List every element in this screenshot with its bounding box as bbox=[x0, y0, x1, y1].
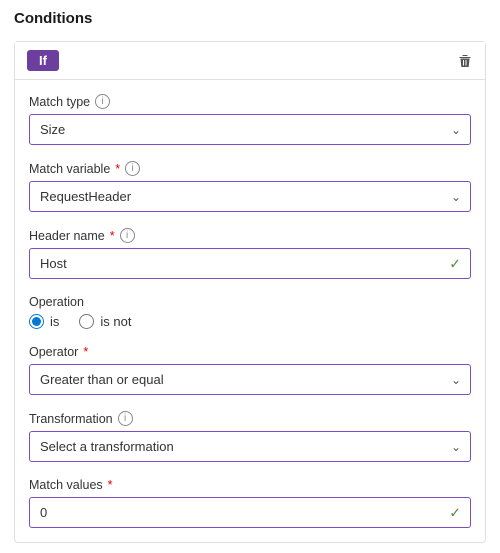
header-name-group: Header name * i ✓ bbox=[29, 228, 471, 279]
operator-required-star: * bbox=[83, 345, 88, 359]
header-name-info-icon[interactable]: i bbox=[120, 228, 135, 243]
operation-isnot-radio[interactable] bbox=[79, 314, 94, 329]
condition-body: Match type i Size IP Address GeoMatch Re… bbox=[15, 80, 485, 542]
operation-is-label[interactable]: is bbox=[29, 314, 59, 329]
if-badge: If bbox=[27, 50, 59, 71]
operator-select[interactable]: Greater than or equal Less than Greater … bbox=[29, 364, 471, 395]
operator-group: Operator * Greater than or equal Less th… bbox=[29, 345, 471, 395]
page-title: Conditions bbox=[14, 10, 486, 27]
operation-isnot-label[interactable]: is not bbox=[79, 314, 131, 329]
operation-options: is is not bbox=[29, 314, 471, 329]
match-variable-group: Match variable * i RequestHeader Request… bbox=[29, 161, 471, 212]
match-values-label: Match values * bbox=[29, 478, 471, 492]
match-values-group: Match values * ✓ bbox=[29, 478, 471, 528]
transformation-select[interactable]: Select a transformation Lowercase Upperc… bbox=[29, 431, 471, 462]
condition-card: If Match type i Size IP Address GeoMatch… bbox=[14, 41, 486, 543]
operator-label: Operator * bbox=[29, 345, 471, 359]
match-type-info-icon[interactable]: i bbox=[95, 94, 110, 109]
required-star: * bbox=[115, 162, 120, 176]
match-variable-select[interactable]: RequestHeader RequestMethod RequestUri Q… bbox=[29, 181, 471, 212]
operation-label: Operation bbox=[29, 295, 471, 309]
transformation-group: Transformation i Select a transformation… bbox=[29, 411, 471, 462]
delete-icon[interactable] bbox=[457, 53, 473, 69]
match-type-label: Match type i bbox=[29, 94, 471, 109]
operation-group: Operation is is not bbox=[29, 295, 471, 329]
transformation-info-icon[interactable]: i bbox=[118, 411, 133, 426]
header-name-label: Header name * i bbox=[29, 228, 471, 243]
match-values-required-star: * bbox=[108, 478, 113, 492]
condition-header: If bbox=[15, 42, 485, 80]
match-variable-info-icon[interactable]: i bbox=[125, 161, 140, 176]
match-variable-label: Match variable * i bbox=[29, 161, 471, 176]
header-name-required-star: * bbox=[110, 229, 115, 243]
match-type-select[interactable]: Size IP Address GeoMatch RequestHeader bbox=[29, 114, 471, 145]
match-values-input[interactable] bbox=[29, 497, 471, 528]
match-type-group: Match type i Size IP Address GeoMatch Re… bbox=[29, 94, 471, 145]
transformation-label: Transformation i bbox=[29, 411, 471, 426]
header-name-input[interactable] bbox=[29, 248, 471, 279]
operation-is-radio[interactable] bbox=[29, 314, 44, 329]
